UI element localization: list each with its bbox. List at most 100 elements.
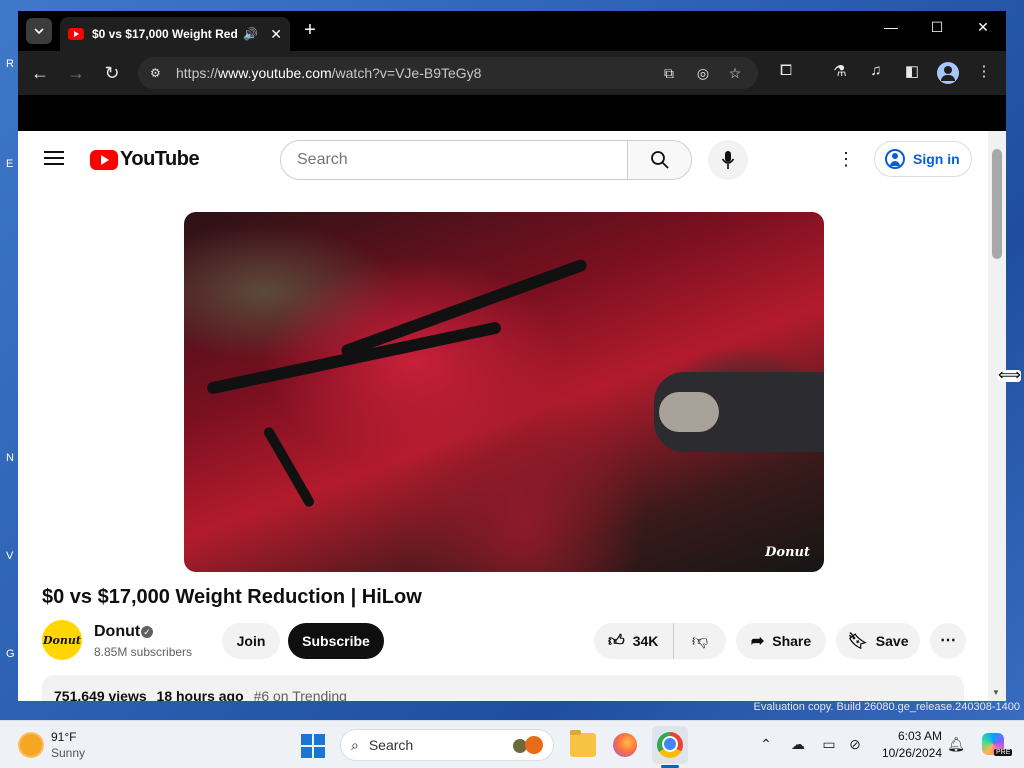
search-icon (650, 151, 669, 169)
firefox-icon[interactable] (613, 733, 637, 757)
save-button[interactable]: 🔖︎ Save (836, 623, 920, 659)
tab-strip: $0 vs $17,000 Weight Reduction | HiLow 🔊… (18, 11, 1006, 51)
desktop-icon[interactable]: R (6, 58, 14, 70)
bookmark-icon: 🔖︎ (847, 633, 868, 650)
like-count: 34K (632, 633, 659, 649)
channel-name[interactable]: Donut (94, 623, 140, 641)
video-frame-detail (262, 425, 316, 509)
volume-mute-icon[interactable]: ⊘ (846, 736, 864, 753)
description-box[interactable]: 751,649 views 18 hours ago #6 on Trendin… (42, 675, 964, 701)
profile-avatar-icon[interactable] (937, 62, 959, 84)
close-window-button[interactable]: ✕ (968, 19, 998, 36)
eye-off-icon[interactable]: ◎ (694, 65, 712, 82)
taskbar-search[interactable]: ⌕ Search (340, 729, 554, 761)
clock-time[interactable]: 6:03 AM (880, 729, 942, 743)
like-button[interactable]: 👍︎ 34K (594, 623, 674, 659)
video-player[interactable]: Donut (184, 212, 824, 572)
browser-menu-icon[interactable]: ⋮ (974, 62, 994, 80)
url-path: /watch?v=VJe-B9TeGy8 (331, 65, 482, 81)
dislike-button[interactable]: 👎︎ (674, 632, 726, 651)
trending-rank[interactable]: #6 on Trending (254, 688, 347, 701)
sun-weather-icon[interactable] (20, 734, 42, 756)
bookmark-star-icon[interactable]: ☆ (726, 65, 744, 82)
join-button[interactable]: Join (222, 623, 280, 659)
minimize-button[interactable]: — (876, 19, 906, 35)
browser-window: $0 vs $17,000 Weight Reduction | HiLow 🔊… (18, 11, 1006, 701)
tab-search-button[interactable] (26, 18, 52, 44)
taskbar-search-label: Search (368, 737, 414, 753)
sign-in-button[interactable]: Sign in (874, 141, 972, 177)
address-bar[interactable]: ⚙ https://www.youtube.com/watch?v=VJe-B9… (138, 57, 758, 89)
video-watermark: Donut (765, 545, 810, 560)
youtube-play-icon (90, 149, 118, 170)
back-button[interactable]: ← (28, 61, 52, 85)
share-label: Share (772, 633, 812, 649)
speaker-icon[interactable]: 🔊 (243, 27, 258, 41)
scroll-down-arrow-icon[interactable]: ▼ (992, 688, 1000, 697)
settings-more-icon[interactable]: ⋮ (836, 149, 856, 170)
resize-cursor-icon: ⟺ (998, 367, 1021, 384)
start-button[interactable] (301, 734, 325, 758)
search-input[interactable] (281, 141, 627, 179)
browser-tab-active[interactable]: $0 vs $17,000 Weight Reduction | HiLow 🔊… (60, 17, 290, 51)
video-frame-detail (659, 392, 719, 432)
search-highlight-icon (507, 734, 547, 756)
desktop-icon[interactable]: G (6, 648, 15, 660)
forward-button[interactable]: → (64, 61, 88, 85)
youtube-logo[interactable]: YouTube (90, 148, 200, 171)
weather-condition[interactable]: Sunny (51, 746, 85, 760)
page-scrollbar[interactable]: ▼ (988, 131, 1006, 701)
more-actions-button[interactable]: ⋯ (930, 623, 966, 659)
save-label: Save (875, 633, 909, 649)
share-button[interactable]: ➦ Share (736, 623, 826, 659)
new-tab-button[interactable]: + (300, 19, 320, 42)
account-icon (885, 149, 905, 169)
cast-icon[interactable]: ⧉ (660, 65, 678, 82)
subscribe-button[interactable]: Subscribe (288, 623, 384, 659)
network-off-icon[interactable]: ☁ (789, 736, 807, 753)
file-explorer-icon[interactable] (570, 730, 596, 757)
media-queue-icon[interactable]: ♫ (866, 62, 886, 79)
youtube-wordmark: YouTube (120, 148, 200, 170)
weather-temperature[interactable]: 91°F (51, 730, 76, 744)
upload-age: 18 hours ago (156, 688, 244, 701)
channel-avatar-text: Donut (43, 633, 81, 647)
hamburger-menu-icon[interactable] (44, 151, 64, 165)
microphone-icon (721, 151, 735, 169)
clock-date[interactable]: 10/26/2024 (872, 746, 942, 760)
url-text[interactable]: https://www.youtube.com/watch?v=VJe-B9Te… (176, 65, 481, 81)
labs-flask-icon[interactable]: ⚗ (830, 62, 850, 80)
site-info-icon[interactable]: ⚙ (150, 66, 166, 80)
join-label: Join (236, 633, 266, 649)
chevron-up-icon[interactable]: ⌃ (757, 736, 775, 753)
toolbar-spacer (18, 95, 1006, 131)
channel-avatar[interactable]: Donut (42, 620, 82, 660)
chevron-down-icon (34, 28, 44, 34)
display-icon[interactable]: ▭ (820, 736, 838, 753)
search-button[interactable] (627, 141, 691, 179)
desktop-icon[interactable]: V (6, 550, 13, 562)
reload-button[interactable]: ↻ (100, 61, 124, 85)
desktop-icon[interactable]: N (6, 452, 14, 464)
voice-search-button[interactable] (708, 140, 748, 180)
browser-toolbar: ← → ↻ ⚙ https://www.youtube.com/watch?v=… (18, 51, 1006, 95)
youtube-page: YouTube ⋮ Sign in Donut $0 vs $17,000 We… (18, 131, 988, 701)
extensions-icon[interactable]: ⧠ (776, 62, 796, 79)
desktop-icon[interactable]: E (6, 158, 13, 170)
close-tab-icon[interactable]: ✕ (270, 26, 282, 43)
verified-badge-icon: ✓ (141, 626, 153, 638)
chrome-icon[interactable] (657, 732, 683, 758)
url-scheme: https:// (176, 65, 219, 81)
sign-in-label: Sign in (913, 151, 960, 167)
scrollbar-thumb[interactable] (992, 149, 1002, 259)
tab-title: $0 vs $17,000 Weight Reduction | HiLow (91, 27, 238, 41)
maximize-button[interactable]: ☐ (922, 19, 952, 36)
side-panel-icon[interactable]: ◧ (902, 62, 922, 80)
notification-bell-icon[interactable]: 🔔︎ (947, 736, 965, 753)
video-title: $0 vs $17,000 Weight Reduction | HiLow (42, 586, 422, 608)
youtube-favicon-icon (68, 28, 84, 40)
subscribe-label: Subscribe (302, 633, 370, 649)
thumbs-down-icon: 👎︎ (691, 632, 709, 650)
taskbar: 91°F Sunny ⌕ Search ⌃ ☁ ▭ ⊘ 6:03 AM 10/2… (0, 720, 1024, 768)
desktop-icons-strip: R E N V G (0, 0, 20, 720)
